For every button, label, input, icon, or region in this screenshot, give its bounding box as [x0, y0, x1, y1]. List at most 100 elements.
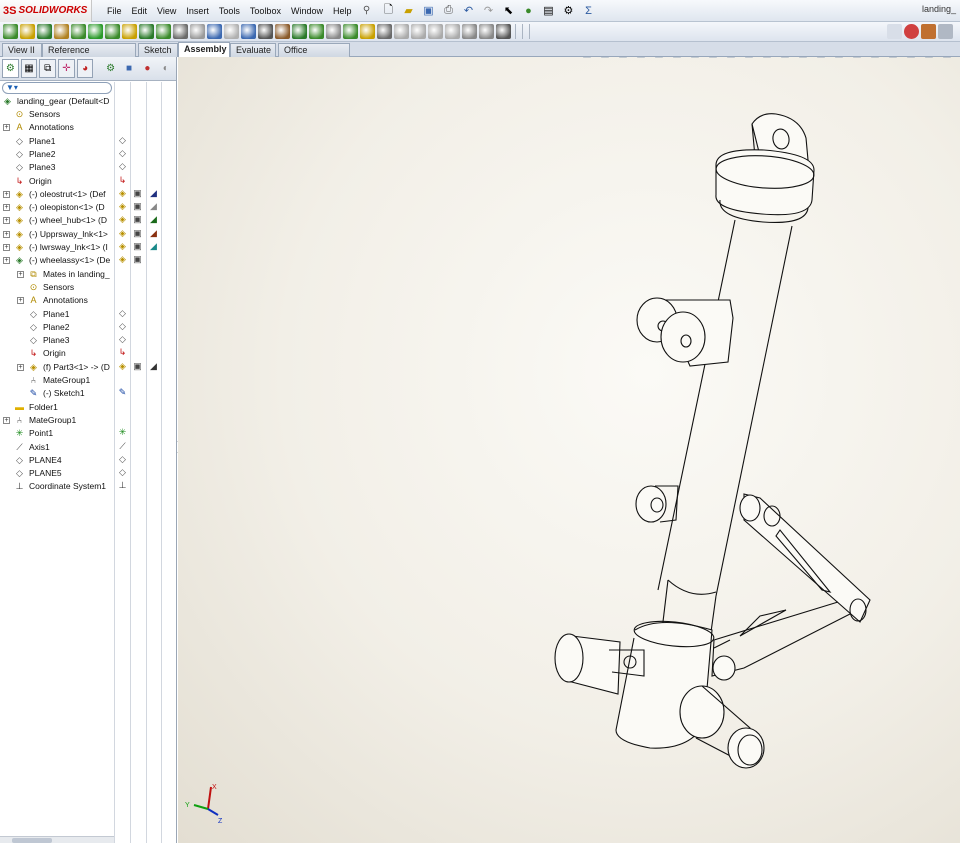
tree-item[interactable]: + A Annotations: [0, 121, 114, 134]
solidworks-logo[interactable]: 3S SOLIDWORKS: [0, 0, 92, 22]
menu-edit[interactable]: Edit: [127, 6, 153, 16]
toolbar-command-icon[interactable]: [309, 24, 324, 39]
tree-item[interactable]: ◇ Plane2: [0, 321, 114, 334]
appearance-icon[interactable]: ◢: [148, 214, 159, 225]
search-icon[interactable]: [887, 24, 902, 39]
coordinate-system-visibility-icon[interactable]: ⊥: [117, 480, 128, 491]
plane-visibility-icon[interactable]: ◇: [117, 334, 128, 345]
expand-toggle-icon[interactable]: +: [3, 230, 10, 238]
display-mode-icon[interactable]: ▣: [132, 228, 143, 239]
menu-insert[interactable]: Insert: [181, 6, 214, 16]
toolbar-command-icon[interactable]: [377, 24, 392, 39]
menu-help[interactable]: Help: [328, 6, 357, 16]
tree-item[interactable]: + A Annotations: [0, 294, 114, 307]
property-manager-tab-icon[interactable]: ▦: [20, 59, 38, 78]
menu-toolbox[interactable]: Toolbox: [245, 6, 286, 16]
horizontal-scrollbar[interactable]: [0, 836, 114, 843]
tree-item[interactable]: ⊥ Coordinate System1: [0, 480, 114, 493]
open-icon[interactable]: ▰: [400, 3, 416, 19]
menu-file[interactable]: File: [102, 6, 127, 16]
display-mode-icon[interactable]: ▣: [132, 188, 143, 199]
plane-visibility-icon[interactable]: ◇: [117, 135, 128, 146]
print-icon[interactable]: ⎙: [440, 3, 456, 19]
tree-item[interactable]: ⑃ MateGroup1: [0, 374, 114, 387]
component-display-icon[interactable]: ◈: [117, 188, 128, 199]
tab-reference-geometry[interactable]: Reference Geometry: [42, 43, 136, 68]
tab-assembly[interactable]: Assembly: [178, 42, 230, 57]
menu-view[interactable]: View: [152, 6, 181, 16]
plane-visibility-icon[interactable]: ◇: [117, 308, 128, 319]
component-display-icon[interactable]: ◈: [117, 241, 128, 252]
component-display-icon[interactable]: ◈: [117, 201, 128, 212]
tree-item[interactable]: + ◈ (-) wheel_hub<1> (D: [0, 214, 114, 227]
toolbar-command-icon[interactable]: [411, 24, 426, 39]
display-mode-icon[interactable]: ▣: [132, 214, 143, 225]
stop-icon[interactable]: [904, 24, 919, 39]
toolbar-command-icon[interactable]: [479, 24, 494, 39]
tree-item[interactable]: ⊙ Sensors: [0, 108, 114, 121]
appearance-icon[interactable]: ◢: [148, 201, 159, 212]
expand-toggle-icon[interactable]: +: [17, 270, 24, 278]
point-visibility-icon[interactable]: ✳: [117, 427, 128, 438]
rebuild-icon[interactable]: ●: [520, 3, 536, 19]
toolbar-command-icon[interactable]: [88, 24, 103, 39]
expand-toggle-icon[interactable]: +: [3, 217, 10, 225]
display-mode-icon[interactable]: ▣: [132, 241, 143, 252]
tree-item[interactable]: ◇ Plane1: [0, 308, 114, 321]
tree-item[interactable]: + ◈ (f) Part3<1> -> (D: [0, 361, 114, 374]
tree-item[interactable]: + ◈ (-) wheelassy<1> (De: [0, 254, 114, 267]
configuration-manager-tab-icon[interactable]: ⧉: [39, 59, 57, 78]
tree-item[interactable]: + ◈ (-) lwrsway_lnk<1> (I: [0, 241, 114, 254]
menu-tools[interactable]: Tools: [214, 6, 245, 16]
display-mode-icon[interactable]: ▣: [132, 254, 143, 265]
toolbar-command-icon[interactable]: [462, 24, 477, 39]
display-state-icon[interactable]: ⚙: [102, 59, 118, 78]
toolbar-command-icon[interactable]: [428, 24, 443, 39]
menu-window[interactable]: Window: [286, 6, 328, 16]
tab-sketch[interactable]: Sketch: [138, 43, 178, 57]
origin-visibility-icon[interactable]: ↳: [117, 175, 128, 186]
toolbar-command-icon[interactable]: [224, 24, 239, 39]
toolbar-command-icon[interactable]: [156, 24, 171, 39]
feature-manager-tab-icon[interactable]: ⚙: [2, 59, 19, 78]
component-display-icon[interactable]: ◈: [117, 254, 128, 265]
tree-item[interactable]: ⟋ Axis1: [0, 441, 114, 454]
options-icon[interactable]: ⚙: [560, 3, 576, 19]
toolbar-command-icon[interactable]: [173, 24, 188, 39]
scrollbar-thumb[interactable]: [12, 838, 52, 843]
plane-visibility-icon[interactable]: ◇: [117, 161, 128, 172]
toolbar-command-icon[interactable]: [241, 24, 256, 39]
dimxpert-tab-icon[interactable]: ✛: [58, 59, 75, 78]
tree-item[interactable]: + ◈ (-) oleopiston<1> (D: [0, 201, 114, 214]
toolbar-command-icon[interactable]: [496, 24, 511, 39]
tree-item[interactable]: ◇ Plane2: [0, 148, 114, 161]
toolbar-command-icon[interactable]: [207, 24, 222, 39]
tree-item[interactable]: + ⑃ MateGroup1: [0, 414, 114, 427]
tree-item[interactable]: ✎ (-) Sketch1: [0, 387, 114, 400]
appearance-icon[interactable]: ◢: [148, 188, 159, 199]
toolbar-command-icon[interactable]: [3, 24, 18, 39]
toolbar-command-icon[interactable]: [71, 24, 86, 39]
appearance-icon[interactable]: ◢: [148, 228, 159, 239]
toolbar-command-icon[interactable]: [122, 24, 137, 39]
component-display-icon[interactable]: ◈: [117, 214, 128, 225]
sketch-visibility-icon[interactable]: ✎: [117, 387, 128, 398]
component-display-icon[interactable]: ◈: [117, 361, 128, 372]
expand-toggle-icon[interactable]: +: [17, 363, 24, 371]
component-display-icon[interactable]: ◈: [117, 228, 128, 239]
pin-icon[interactable]: ⚲: [360, 5, 372, 17]
tree-filter-input[interactable]: ▼▾: [2, 82, 112, 94]
origin-visibility-icon[interactable]: ↳: [117, 347, 128, 358]
axis-visibility-icon[interactable]: ⟋: [117, 441, 128, 452]
expand-toggle-icon[interactable]: +: [3, 190, 10, 198]
appearance-icon[interactable]: ◢: [148, 361, 159, 372]
expand-toggle-icon[interactable]: +: [3, 124, 10, 132]
expand-toggle-icon[interactable]: +: [3, 416, 10, 424]
toolbar-command-icon[interactable]: [275, 24, 290, 39]
color-icon[interactable]: ●: [139, 59, 155, 78]
toolbar-command-icon[interactable]: [292, 24, 307, 39]
tree-root-assembly[interactable]: ◈ landing_gear (Default<D: [0, 95, 114, 108]
tab-evaluate[interactable]: Evaluate: [230, 43, 276, 57]
toolbar-command-icon[interactable]: [445, 24, 460, 39]
plane-visibility-icon[interactable]: ◇: [117, 148, 128, 159]
